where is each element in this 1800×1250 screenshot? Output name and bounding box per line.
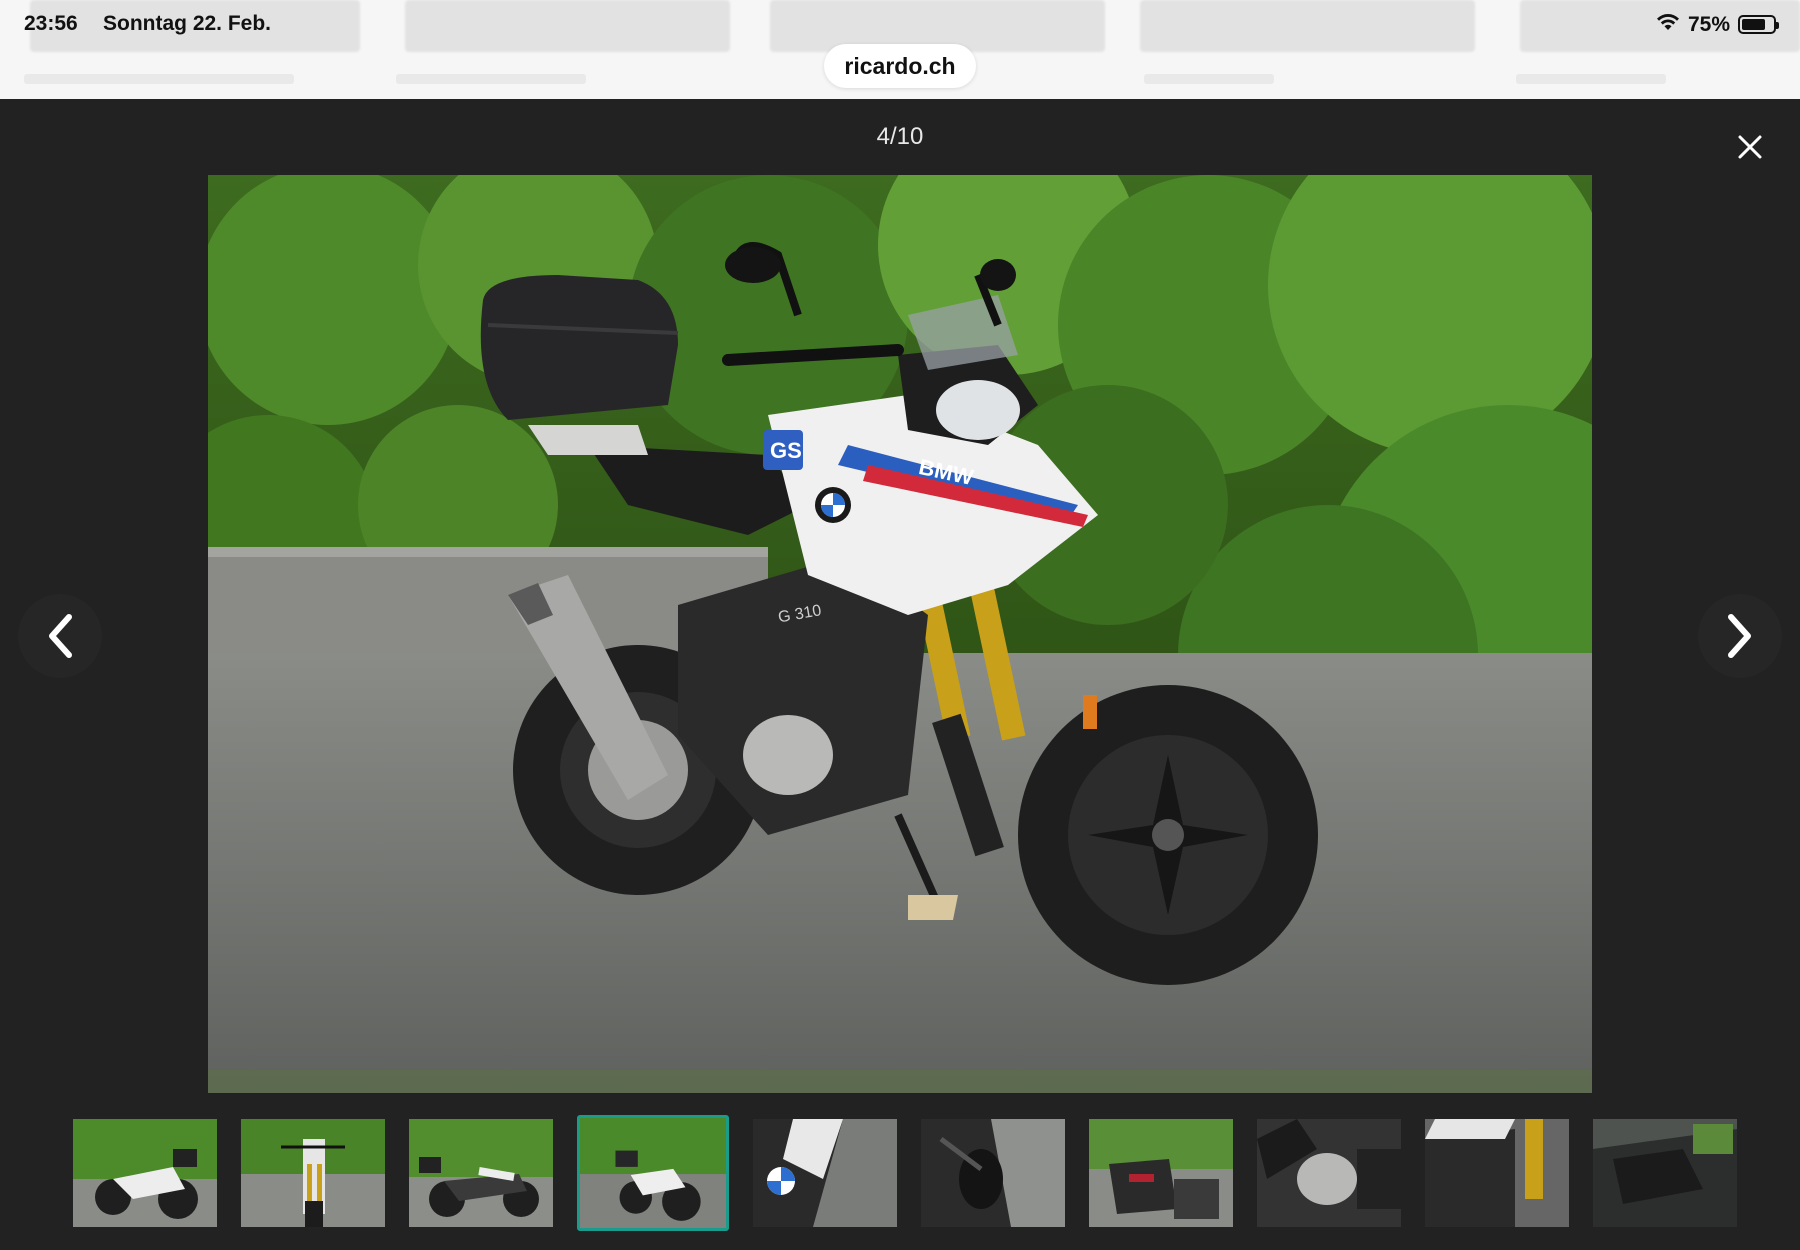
thumbnail-image [921, 1119, 1065, 1227]
bg-listing-text [1516, 74, 1666, 84]
thumbnail-1[interactable] [73, 1119, 217, 1227]
thumbnail-image [1593, 1119, 1737, 1227]
thumbnail-image [73, 1119, 217, 1227]
thumbnail-image [241, 1119, 385, 1227]
next-image-button[interactable] [1698, 594, 1782, 678]
bg-listing-text [396, 74, 586, 84]
bg-listing-text [24, 74, 294, 84]
battery-level [1742, 19, 1765, 30]
thumbnail-9[interactable] [1425, 1119, 1569, 1227]
thumbnail-image [1257, 1119, 1401, 1227]
bg-listing-card [1140, 0, 1475, 52]
motorcycle-photo: BMW GS G 310 [208, 175, 1592, 1093]
chevron-right-icon [1728, 614, 1751, 658]
close-icon [1738, 135, 1762, 159]
background-page: 23:56 Sonntag 22. Feb. 75% ricardo.ch [0, 0, 1800, 99]
battery-percent: 75% [1687, 12, 1730, 36]
wifi-icon [1656, 12, 1680, 37]
battery-icon [1738, 15, 1779, 34]
status-right: 75% [1656, 12, 1779, 37]
thumbnail-3[interactable] [409, 1119, 553, 1227]
thumbnail-image [409, 1119, 553, 1227]
thumbnail-6[interactable] [921, 1119, 1065, 1227]
thumbnail-2[interactable] [241, 1119, 385, 1227]
url-bar[interactable]: ricardo.ch [824, 44, 976, 88]
image-gallery-modal: 4/10 BMW GS G 310 [0, 99, 1800, 1250]
bg-listing-card [405, 0, 730, 52]
close-button[interactable] [1730, 127, 1770, 167]
status-time: 23:56 [24, 12, 78, 35]
thumbnail-5[interactable] [753, 1119, 897, 1227]
image-counter: 4/10 [876, 123, 924, 150]
chevron-left-icon [49, 614, 72, 658]
previous-image-button[interactable] [18, 594, 102, 678]
thumbnail-strip [73, 1115, 1737, 1231]
thumbnail-image [580, 1118, 726, 1228]
status-date: Sonntag 22. Feb. [103, 12, 272, 35]
thumbnail-8[interactable] [1257, 1119, 1401, 1227]
bg-listing-text [1144, 74, 1274, 84]
thumbnail-image [1089, 1119, 1233, 1227]
thumbnail-image [1425, 1119, 1569, 1227]
thumbnail-4-active[interactable] [577, 1115, 729, 1231]
main-photo[interactable]: BMW GS G 310 [208, 175, 1592, 1093]
gs-badge-text: GS [770, 438, 802, 463]
thumbnail-7[interactable] [1089, 1119, 1233, 1227]
thumbnail-image [753, 1119, 897, 1227]
thumbnail-10[interactable] [1593, 1119, 1737, 1227]
